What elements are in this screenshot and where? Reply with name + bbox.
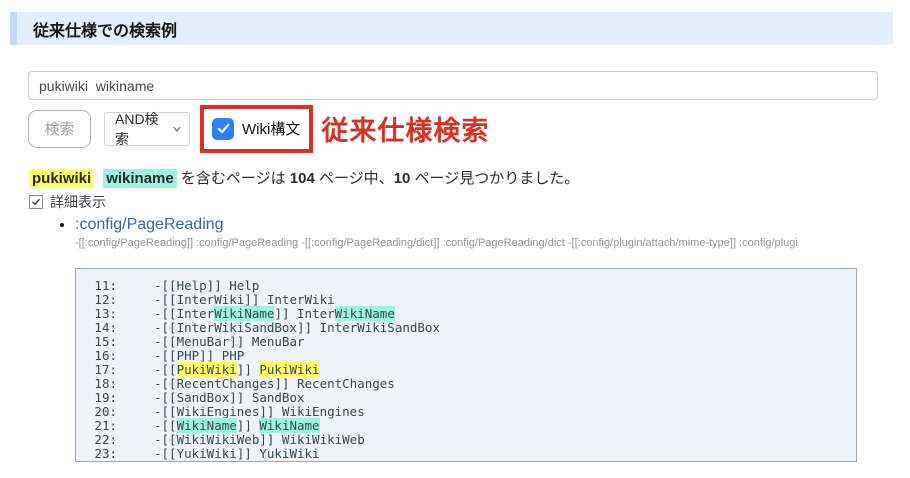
code-line-number: 22: xyxy=(90,433,117,447)
results-total-pages: 104 xyxy=(290,170,315,187)
code-line-number: 15: xyxy=(90,335,117,349)
code-line-number: 14: xyxy=(90,321,117,335)
detail-toggle-row: 詳細表示 xyxy=(29,192,106,212)
result-excerpt: -[[:config/PageReading]] :config/PageRea… xyxy=(75,237,865,249)
code-line: 21: -[[WikiName]] WikiName xyxy=(90,419,848,433)
code-line-number: 20: xyxy=(90,405,117,419)
wiki-syntax-checkbox[interactable] xyxy=(212,118,234,140)
code-line: 16: -[[PHP]] PHP xyxy=(90,349,848,363)
code-line: 13: -[[InterWikiName]] InterWikiName xyxy=(90,307,848,321)
search-input[interactable] xyxy=(28,71,878,100)
code-line: 14: -[[InterWikiSandBox]] InterWikiSandBo… xyxy=(90,321,848,335)
code-line-content: -[[Help]] Help xyxy=(154,279,259,293)
check-icon xyxy=(216,121,231,136)
search-controls: 検索 AND検索 Wiki構文 従来仕様検索 xyxy=(28,104,489,153)
code-line-number: 13: xyxy=(90,307,117,321)
code-line-content: -[[InterWiki]] InterWiki xyxy=(154,293,335,307)
annotation-text: 従来仕様検索 xyxy=(321,109,489,148)
section-heading-text: 従来仕様での検索例 xyxy=(33,17,177,41)
code-line-number: 16: xyxy=(90,349,117,363)
code-line-content: -[[YukiWiki]] YukiWiki xyxy=(154,447,320,461)
code-block: 11: -[[Help]] Help 12: -[[InterWiki]] Inter… xyxy=(75,268,857,462)
result-page-link[interactable]: :config/PageReading xyxy=(75,216,224,233)
code-line: 18: -[[RecentChanges]] RecentChanges xyxy=(90,377,848,391)
search-mode-select[interactable]: AND検索 xyxy=(104,112,190,146)
code-line-content: -[[InterWikiName]] InterWikiName xyxy=(154,307,395,321)
code-line-content: -[[RecentChanges]] RecentChanges xyxy=(154,377,395,391)
wiki-syntax-label[interactable]: Wiki構文 xyxy=(242,118,300,139)
detail-checkbox[interactable] xyxy=(29,195,43,209)
code-line: 17: -[[PukiWiki]] PukiWiki xyxy=(90,363,848,377)
result-list: :config/PageReading -[[:config/PageReadi… xyxy=(28,216,865,249)
wiki-syntax-highlight-frame: Wiki構文 xyxy=(200,105,313,153)
code-line-content: -[[PHP]] PHP xyxy=(154,349,244,363)
code-line: 19: -[[SandBox]] SandBox xyxy=(90,391,848,405)
code-line-content: -[[SandBox]] SandBox xyxy=(154,391,305,405)
code-line: 15: -[[MenuBar]] MenuBar xyxy=(90,335,848,349)
code-line-number: 11: xyxy=(90,279,117,293)
search-term-highlight-1: pukiwiki xyxy=(29,169,94,188)
code-line-content: -[[MenuBar]] MenuBar xyxy=(154,335,305,349)
results-text-of: ページ中、 xyxy=(315,170,394,187)
check-icon xyxy=(31,197,41,207)
section-heading: 従来仕様での検索例 xyxy=(10,12,893,45)
search-example-page: 従来仕様での検索例 検索 AND検索 Wiki構文 従来仕様検索 pukiwik… xyxy=(0,0,910,478)
results-found-pages: 10 xyxy=(394,170,411,187)
results-text-contains: を含むページは xyxy=(177,170,290,187)
search-term-highlight-2: wikiname xyxy=(103,169,177,188)
code-line-content: -[[WikiWikiWeb]] WikiWikiWeb xyxy=(154,433,365,447)
code-line-number: 19: xyxy=(90,391,117,405)
code-line: 12: -[[InterWiki]] InterWiki xyxy=(90,293,848,307)
code-line-content: -[[WikiEngines]] WikiEngines xyxy=(154,405,365,419)
results-summary: pukiwiki wikiname を含むページは 104 ページ中、10 ページ… xyxy=(29,167,579,188)
code-line-number: 12: xyxy=(90,293,117,307)
code-line: 23: -[[YukiWiki]] YukiWiki xyxy=(90,447,848,461)
code-line: 20: -[[WikiEngines]] WikiEngines xyxy=(90,405,848,419)
chevron-down-icon xyxy=(171,123,183,135)
search-mode-value: AND検索 xyxy=(115,109,171,149)
results-text-found: ページ見つかりました。 xyxy=(410,170,579,187)
code-line-number: 18: xyxy=(90,377,117,391)
code-line-number: 21: xyxy=(90,419,117,433)
code-line: 11: -[[Help]] Help xyxy=(90,279,848,293)
search-button[interactable]: 検索 xyxy=(28,110,91,148)
code-line-content: -[[PukiWiki]] PukiWiki xyxy=(154,363,320,377)
code-line-content: -[[WikiName]] WikiName xyxy=(154,419,320,433)
detail-label: 詳細表示 xyxy=(50,192,106,212)
code-line: 22: -[[WikiWikiWeb]] WikiWikiWeb xyxy=(90,433,848,447)
code-line-content: -[[InterWikiSandBox]] InterWikiSandBox xyxy=(154,321,440,335)
code-line-number: 23: xyxy=(90,447,117,461)
result-list-item: :config/PageReading -[[:config/PageReadi… xyxy=(75,216,865,249)
code-line-number: 17: xyxy=(90,363,117,377)
